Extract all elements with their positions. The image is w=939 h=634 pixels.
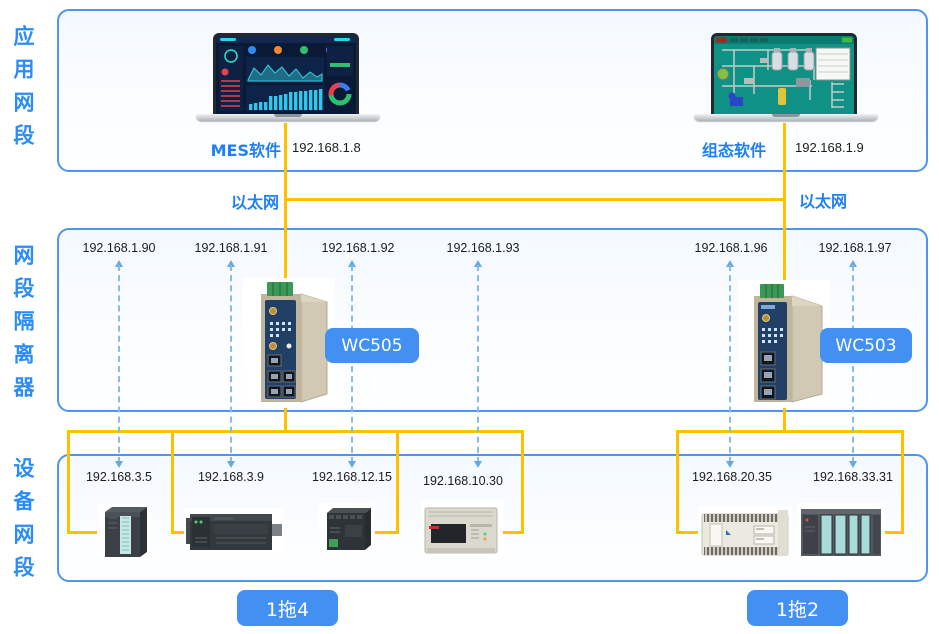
application-segment-label: 应用网段 (12, 25, 34, 157)
plc3-photo (319, 503, 375, 555)
mapping-arrow-1 (112, 260, 126, 468)
left-bus-drop-2 (171, 430, 174, 534)
group2-tag-badge: 1拖2 (747, 590, 848, 626)
scada-laptop-base (694, 114, 878, 121)
mapping-arrow-6 (846, 260, 860, 468)
isolator-ip-1: 192.168.1.90 (74, 241, 164, 255)
left-bus-drop-4 (521, 430, 524, 534)
ethernet-trunk-line (284, 198, 786, 201)
mes-dashboard-graphic (216, 36, 356, 114)
right-bus-drop-1 (676, 430, 679, 534)
left-bus-drop-1 (67, 430, 70, 534)
wc505-gateway-photo (243, 278, 335, 408)
group1-tag-badge: 1拖4 (237, 590, 338, 626)
mes-software-label: MES软件 (197, 137, 281, 161)
mes-laptop-base (196, 114, 380, 121)
scada-software-label: 组态软件 (680, 137, 766, 161)
wc505-gateway-graphic (243, 278, 335, 408)
plc6-graphic (797, 503, 885, 561)
mapping-arrow-4 (471, 260, 485, 468)
device-ip-5: 192.168.20.35 (687, 470, 777, 484)
isolator-ip-3: 192.168.1.92 (313, 241, 403, 255)
wc503-gateway-photo (738, 280, 830, 408)
wc503-gateway-graphic (738, 280, 830, 408)
ethernet-label-right: 以太网 (799, 188, 847, 212)
left-bus-line (67, 430, 524, 433)
mapping-arrow-3 (345, 260, 359, 468)
scada-laptop (694, 30, 878, 128)
mes-laptop (196, 30, 380, 128)
device-ip-4: 192.168.10.30 (418, 474, 508, 488)
plc6-photo (797, 503, 885, 561)
ethernet-label-left: 以太网 (195, 189, 279, 213)
plc3-graphic (319, 503, 375, 555)
mes-laptop-screen (213, 33, 359, 117)
plc2-graphic (184, 508, 284, 556)
device-ip-2: 192.168.3.9 (186, 470, 276, 484)
isolator-ip-6: 192.168.1.97 (810, 241, 900, 255)
right-bus-line (676, 430, 904, 433)
plc1-photo (97, 504, 151, 560)
plc2-photo (184, 508, 284, 556)
device-ip-6: 192.168.33.31 (808, 470, 898, 484)
network-topology-diagram: 应用网段 网段隔离器 设备网段 (0, 0, 939, 634)
device-ip-3: 192.168.12.15 (307, 470, 397, 484)
wc503-model-badge: WC503 (820, 328, 912, 363)
isolator-ip-5: 192.168.1.96 (686, 241, 776, 255)
plc5-photo (698, 506, 792, 562)
wc505-model-badge: WC505 (325, 328, 419, 363)
mapping-arrow-5 (723, 260, 737, 468)
isolator-ip-2: 192.168.1.91 (186, 241, 276, 255)
scada-hmi-graphic (714, 36, 854, 114)
isolator-ip-4: 192.168.1.93 (438, 241, 528, 255)
isolator-segment-label: 网段隔离器 (12, 244, 34, 409)
device-segment-label: 设备网段 (12, 457, 34, 589)
plc4-photo (421, 500, 503, 558)
scada-ip-label: 192.168.1.9 (795, 140, 864, 155)
scada-laptop-screen (711, 33, 857, 117)
right-bus-drop-2 (901, 430, 904, 534)
plc4-graphic (421, 500, 503, 558)
device-ip-1: 192.168.3.5 (74, 470, 164, 484)
mes-ip-label: 192.168.1.8 (292, 140, 361, 155)
plc5-graphic (698, 506, 792, 562)
plc1-graphic (97, 504, 151, 560)
mapping-arrow-2 (224, 260, 238, 468)
